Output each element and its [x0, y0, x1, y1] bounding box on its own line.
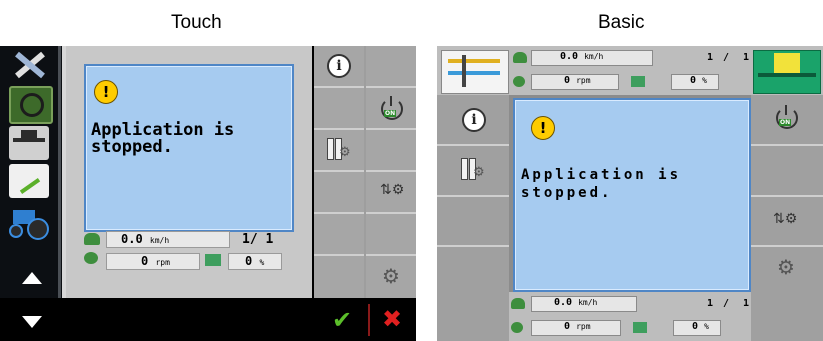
touch-caption: Touch [171, 12, 222, 33]
basic-bottom-speedometer-icon [511, 298, 525, 309]
touch-terminal-screen: ! Application is stopped. 0.0 km/h 1/ 1 … [0, 46, 416, 341]
basic-alarm-message-box: ! Application is stopped. [513, 98, 751, 292]
softkey-empty-3[interactable] [366, 130, 416, 172]
warning-icon: ! [94, 80, 118, 104]
softkey-empty-2[interactable] [314, 88, 364, 130]
basic-softkey-on[interactable]: ON [751, 95, 823, 144]
softkey-on[interactable]: ON [366, 88, 416, 130]
basic-page-total: 1 [743, 52, 750, 63]
basic-bottom-speed-field: 0.0 km/h [531, 296, 637, 312]
message-line-2: stopped. [91, 137, 173, 157]
basic-top-bar: 0.0 km/h 1 / 1 0 rpm 0 % [437, 46, 823, 95]
basic-gear-icon: ⚙ [777, 255, 795, 279]
info-icon: i [327, 54, 351, 78]
basic-caption: Basic [598, 12, 645, 33]
sidebar-scrollbar[interactable] [58, 46, 61, 298]
cancel-x-icon[interactable]: ✖ [382, 305, 402, 333]
softkey-nozzle[interactable]: ⇅⚙ [366, 172, 416, 214]
basic-softkey-empty-1[interactable] [437, 197, 509, 245]
softkey-settings[interactable]: ⚙ [366, 256, 416, 298]
softkey-empty-6[interactable] [366, 214, 416, 256]
basic-message-line-2: stopped. [521, 185, 613, 201]
tank-icon [205, 254, 221, 266]
wrench-screwdriver-icon[interactable] [9, 48, 49, 82]
tractor-icon[interactable] [9, 202, 49, 240]
basic-softkey-nozzle[interactable]: ⇅⚙ [751, 197, 823, 245]
alarm-message-box: ! Application is stopped. [84, 64, 294, 232]
basic-page-sep: / [723, 52, 730, 63]
softkey-info[interactable]: i [314, 46, 364, 88]
percent-field: 0 % [228, 253, 282, 270]
basic-rpm-field: 0 rpm [531, 74, 619, 90]
softkey-empty-7[interactable] [314, 256, 364, 298]
touch-softkey-bar: i ON ⚙ ⇅⚙ ⚙ [314, 46, 416, 298]
softkey-empty-1[interactable] [366, 46, 416, 88]
basic-pto-rpm-icon [513, 76, 525, 87]
basic-bottom-page-current: 1 [707, 298, 714, 309]
basic-percent-field: 0 % [671, 74, 719, 90]
implement-view-icon[interactable] [753, 50, 821, 94]
softkey-empty-4[interactable] [314, 172, 364, 214]
section-control-icon: ⚙ [327, 138, 353, 164]
pto-rpm-icon [84, 252, 98, 264]
basic-softkey-settings[interactable]: ⚙ [751, 247, 823, 292]
basic-bottom-rpm-field: 0 rpm [531, 320, 621, 336]
confirm-check-icon[interactable]: ✔ [332, 306, 352, 334]
speedometer-icon [84, 233, 100, 245]
speed-field: 0.0 km/h [106, 231, 230, 248]
gear-icon: ⚙ [382, 264, 400, 288]
touch-bottom-bar: ✔ ✖ [62, 298, 416, 341]
basic-terminal-screen: 0.0 km/h 1 / 1 0 rpm 0 % i ⚙ ! Applicati… [437, 46, 823, 341]
basic-softkey-sections[interactable]: ⚙ [437, 146, 509, 195]
basic-softkey-info[interactable]: i [437, 95, 509, 144]
basic-speedometer-icon [513, 52, 527, 63]
basic-bottom-pto-rpm-icon [511, 322, 523, 333]
basic-power-on-icon: ON [775, 105, 798, 131]
scroll-up-arrow-icon[interactable] [22, 272, 42, 284]
field-map-icon[interactable] [441, 50, 509, 94]
steering-wheel-icon[interactable] [9, 86, 53, 124]
basic-bottom-page-total: 1 [743, 298, 750, 309]
basic-bottom-bar: 0.0 km/h 1 / 1 0 rpm 0 % [509, 292, 751, 341]
softkey-empty-5[interactable] [314, 214, 364, 256]
touch-sidebar [0, 46, 62, 298]
power-on-icon: ON [380, 96, 403, 122]
nozzle-settings-icon: ⇅⚙ [380, 182, 405, 198]
page-indicator: 1/ 1 [242, 232, 274, 247]
basic-info-icon: i [462, 108, 486, 132]
basic-speed-field: 0.0 km/h [531, 50, 653, 66]
task-document-icon[interactable] [9, 164, 49, 198]
basic-bottom-percent-field: 0 % [673, 320, 721, 336]
basic-softkey-empty-2[interactable] [437, 247, 509, 292]
sprayer-boom-icon[interactable] [9, 126, 49, 160]
basic-tank-icon [631, 76, 645, 87]
basic-warning-icon: ! [531, 116, 555, 140]
touch-main-area: ! Application is stopped. 0.0 km/h 1/ 1 … [62, 46, 312, 298]
basic-right-softkeys: ON ⇅⚙ ⚙ [751, 95, 823, 341]
basic-bottom-tank-icon [633, 322, 647, 333]
bottom-divider [368, 304, 370, 336]
softkey-sections[interactable]: ⚙ [314, 130, 364, 172]
basic-message-line-1: Application is [521, 167, 682, 183]
rpm-field: 0 rpm [106, 253, 200, 270]
basic-left-softkeys: i ⚙ [437, 95, 509, 341]
basic-bottom-page-sep: / [723, 298, 730, 309]
basic-page-current: 1 [707, 52, 714, 63]
basic-softkey-empty-3[interactable] [751, 146, 823, 195]
scroll-down-arrow-icon[interactable] [22, 316, 42, 328]
basic-nozzle-settings-icon: ⇅⚙ [773, 211, 798, 227]
basic-section-control-icon: ⚙ [461, 158, 487, 184]
